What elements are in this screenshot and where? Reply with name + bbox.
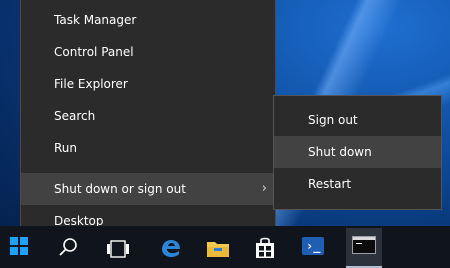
winx-context-menu: Task Manager Control Panel File Explorer… [20,0,276,242]
menu-item-task-manager[interactable]: Task Manager [21,4,275,36]
windows-start-icon[interactable] [10,237,28,255]
command-prompt-taskbar-button[interactable] [346,228,382,268]
menu-item-search[interactable]: Search [21,100,275,132]
submenu-item-restart[interactable]: Restart [274,168,441,200]
menu-item-label: Shut down or sign out [54,182,186,196]
cmd-prompt-line [356,243,362,244]
logo-pane [10,247,18,255]
powershell-glyph: ›_ [306,239,321,253]
search-icon[interactable] [56,236,80,260]
cmd-titlebar [353,237,375,240]
store-icon[interactable] [254,236,276,260]
menu-item-label: Task Manager [54,13,137,27]
submenu-item-shut-down[interactable]: Shut down [274,136,441,168]
submenu-item-sign-out[interactable]: Sign out [274,104,441,136]
logo-pane [20,237,28,245]
menu-item-file-explorer[interactable]: File Explorer [21,68,275,100]
menu-item-control-panel[interactable]: Control Panel [21,36,275,68]
menu-item-label: Search [54,109,96,123]
edge-icon[interactable] [160,237,182,259]
shutdown-submenu: Sign out Shut down Restart [273,95,442,210]
menu-item-run[interactable]: Run [21,132,275,164]
logo-pane [20,247,28,255]
powershell-icon[interactable]: ›_ [302,237,324,255]
submenu-item-label: Shut down [308,145,372,159]
command-prompt-icon [352,236,376,254]
submenu-item-label: Sign out [308,113,358,127]
menu-item-label: Run [54,141,78,155]
task-view-icon[interactable] [106,238,130,260]
menu-item-label: File Explorer [54,77,128,91]
logo-pane [10,237,18,245]
menu-item-label: Control Panel [54,45,134,59]
submenu-item-label: Restart [308,177,352,191]
chevron-right-icon: › [261,181,267,196]
menu-item-shut-down-or-sign-out[interactable]: Shut down or sign out › [21,173,275,205]
file-explorer-icon[interactable] [206,238,230,258]
